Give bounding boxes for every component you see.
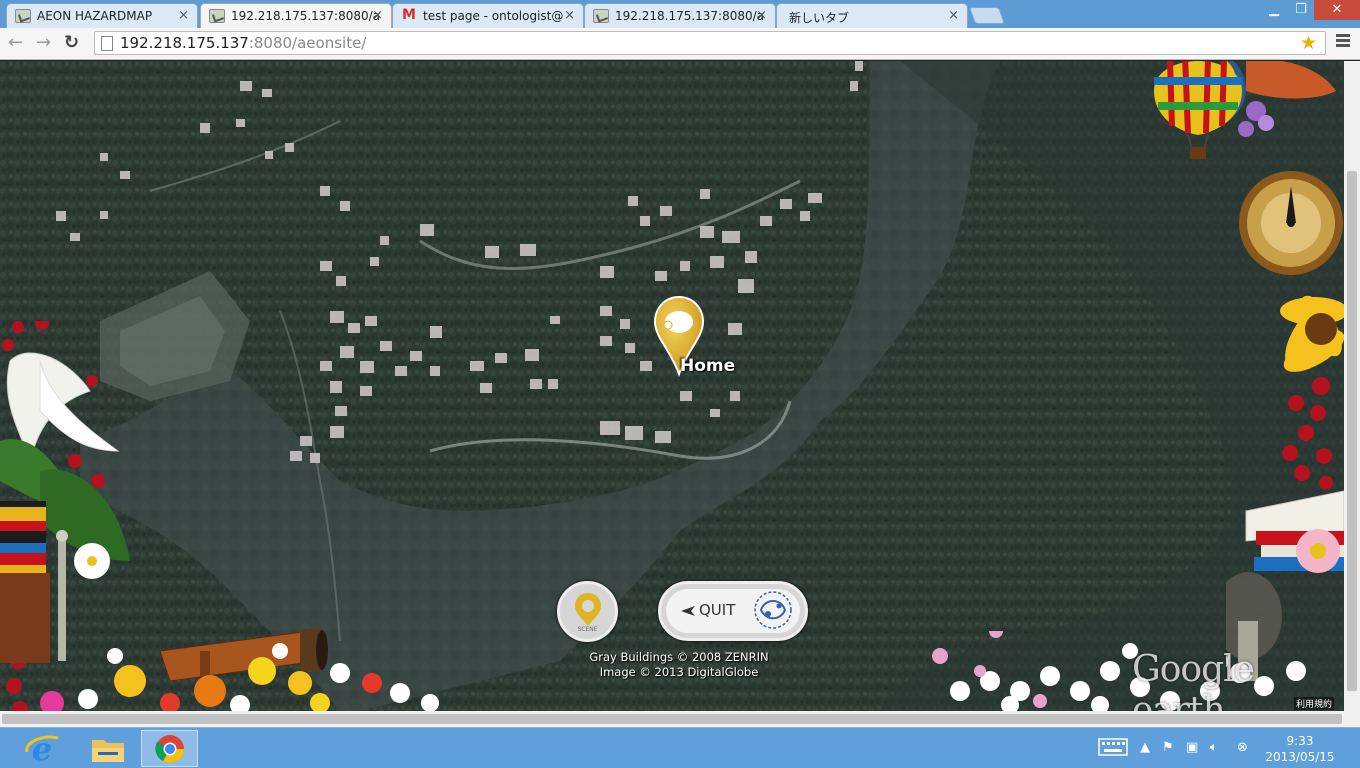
chrome-menu-icon[interactable] (1336, 34, 1350, 49)
vertical-scrollbar[interactable] (1344, 61, 1360, 711)
url-host: 192.218.175.137 (120, 34, 249, 52)
keyboard-icon[interactable] (1098, 738, 1128, 760)
back-arrow-icon (681, 606, 695, 616)
reload-icon[interactable]: ↻ (64, 32, 79, 53)
internet-explorer-icon: e (25, 732, 59, 766)
file-explorer-button[interactable] (78, 730, 135, 767)
tab-title: test page - ontologist@ (423, 9, 564, 23)
quit-button-label: QUIT (699, 601, 736, 619)
google-earth-viewport[interactable]: Home SCENE QUIT Gray Buildings © 2008 ZE… (0, 61, 1344, 711)
internet-explorer-button[interactable]: e (14, 730, 71, 767)
show-hidden-icons-arrow[interactable]: ▲ (1140, 740, 1150, 755)
file-explorer-icon (92, 740, 124, 762)
browser-toolbar: ← → ↻ 192.218.175.137:8080/aeonsite/ ★ (0, 28, 1360, 60)
quit-button[interactable]: QUIT (658, 581, 808, 641)
scrollbar-thumb[interactable] (2, 714, 1342, 724)
page-icon (101, 36, 113, 51)
bookmark-star-icon[interactable]: ★ (1300, 32, 1317, 54)
chrome-button[interactable] (141, 730, 198, 767)
tab-close-icon[interactable]: × (756, 8, 767, 23)
action-center-flag-icon[interactable]: ⚑ (1162, 740, 1174, 755)
url-path: :8080/aeonsite/ (248, 34, 367, 52)
scene-button-label: SCENE (577, 626, 598, 633)
tab-new-tab[interactable]: 新しいタブ × (776, 3, 968, 28)
clock-time: 9:33 (1286, 734, 1314, 748)
site-favicon-icon (593, 9, 609, 23)
tab-title: 新しいタブ (789, 11, 850, 25)
tab-aeon-hazardmap[interactable]: AEON HAZARDMAP × (6, 3, 198, 28)
close-window-button[interactable]: ✕ (1314, 0, 1360, 20)
maximize-button[interactable]: ❐ (1288, 0, 1314, 20)
tab-close-icon[interactable]: × (564, 8, 575, 23)
network-icon[interactable]: ▣ (1186, 740, 1198, 755)
terms-link[interactable]: 利用規約 (1294, 697, 1335, 710)
hot-air-balloon-icon (1154, 61, 1242, 159)
back-arrow-icon[interactable]: ← (8, 32, 23, 53)
credit-line: Image © 2013 DigitalGlobe (599, 665, 759, 679)
decorative-flowers-bottom-left (40, 629, 439, 711)
chrome-icon (155, 735, 184, 763)
system-clock[interactable]: 9:33 2013/05/15 (1262, 733, 1338, 765)
tab-close-icon[interactable]: × (372, 8, 383, 23)
tab-close-icon[interactable]: × (948, 8, 959, 23)
gmail-icon: M (402, 7, 416, 23)
aeon-dragon-logo-icon (754, 591, 792, 629)
tab-title: 192.218.175.137:8080/a (231, 9, 381, 23)
scene-button[interactable]: SCENE (557, 581, 618, 642)
tab-aeonsite-active[interactable]: 192.218.175.137:8080/a × (200, 3, 392, 28)
tab-strip: AEON HAZARDMAP × 192.218.175.137:8080/a … (0, 0, 1360, 28)
forward-arrow-icon[interactable]: → (36, 32, 51, 53)
scrollbar-thumb[interactable] (1347, 171, 1357, 691)
credit-line: Gray Buildings © 2008 ZENRIN (589, 650, 769, 664)
imagery-credits: Gray Buildings © 2008 ZENRIN Image © 201… (560, 650, 798, 680)
horizontal-scrollbar[interactable] (0, 711, 1360, 727)
close-circle-icon[interactable]: ⊗ (1237, 740, 1248, 755)
site-favicon-icon (209, 9, 225, 23)
tab-gmail-test-page[interactable]: M test page - ontologist@ × (392, 3, 584, 28)
new-tab-button[interactable] (968, 7, 1006, 24)
clock-date: 2013/05/15 (1265, 750, 1335, 764)
placemark-pin-icon (575, 593, 601, 626)
tab-title: 192.218.175.137:8080/a (615, 9, 765, 23)
site-favicon-icon (15, 9, 31, 23)
tab-title: AEON HAZARDMAP (37, 9, 153, 23)
minimize-button[interactable]: ▁ (1260, 0, 1288, 20)
home-placemark-label[interactable]: Home (680, 356, 735, 376)
address-bar[interactable]: 192.218.175.137:8080/aeonsite/ ★ (94, 31, 1326, 55)
volume-icon[interactable]: 🔈︎ (1210, 740, 1218, 755)
tab-close-icon[interactable]: × (178, 8, 189, 23)
windows-taskbar: e ▲ ⚑ ▣ 🔈︎ ⊗ 9:33 2013/05/15 (0, 727, 1360, 768)
tab-aeonsite-2[interactable]: 192.218.175.137:8080/a × (584, 3, 776, 28)
